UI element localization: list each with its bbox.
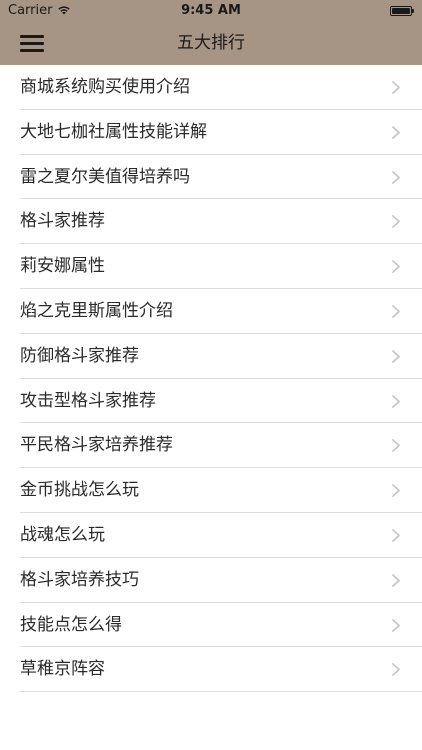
list-item[interactable]: 金币挑战怎么玩 [20, 468, 422, 513]
chevron-right-icon [392, 394, 400, 408]
chevron-right-icon [392, 260, 400, 274]
chevron-right-icon [392, 663, 400, 677]
list-item[interactable]: 大地七枷社属性技能详解 [20, 110, 422, 155]
list-item[interactable]: 莉安娜属性 [20, 244, 422, 289]
list-item[interactable]: 格斗家推荐 [20, 199, 422, 245]
list-item[interactable]: 商城系统购买使用介绍 [20, 65, 422, 110]
chevron-right-icon [392, 125, 400, 139]
list-item-label: 格斗家推荐 [20, 211, 105, 232]
list-item[interactable]: 平民格斗家培养推荐 [20, 423, 422, 469]
page-title: 五大排行 [177, 33, 245, 53]
list-item[interactable]: 防御格斗家推荐 [20, 334, 422, 379]
list-item-label: 格斗家培养技巧 [20, 569, 139, 590]
list-item-label: 草稚京阵容 [20, 659, 105, 680]
list-item[interactable]: 战魂怎么玩 [20, 513, 422, 558]
chevron-right-icon [392, 573, 400, 587]
list-item-label: 焰之克里斯属性介绍 [20, 300, 173, 321]
chevron-right-icon [392, 81, 400, 94]
list-item-label: 商城系统购买使用介绍 [20, 77, 190, 97]
list-item[interactable]: 攻击型格斗家推荐 [20, 379, 422, 424]
battery-icon [390, 6, 414, 16]
list-item-label: 金币挑战怎么玩 [20, 480, 139, 501]
list-item-label: 雷之夏尔美值得培养吗 [20, 166, 190, 187]
article-list: 商城系统购买使用介绍 大地七枷社属性技能详解 雷之夏尔美值得培养吗 格斗家推荐莉安娜属… [0, 65, 422, 698]
list-item-label: 技能点怎么得 [20, 614, 122, 635]
bottom-blank-area [0, 698, 422, 750]
list-item-label: 攻击型格斗家推荐 [20, 390, 156, 411]
chevron-right-icon [392, 215, 400, 229]
list-item-label: 战魂怎么玩 [20, 524, 105, 545]
chevron-right-icon [392, 529, 400, 542]
list-item-label: 平民格斗家培养推荐 [20, 435, 173, 456]
chevron-right-icon [392, 439, 400, 453]
list-item[interactable]: 雷之夏尔美值得培养吗 [20, 155, 422, 200]
chevron-right-icon [392, 618, 400, 632]
chevron-right-icon [392, 170, 400, 184]
list-item[interactable]: 焰之克里斯属性介绍 [20, 289, 422, 334]
status-time: 9:45 AM [181, 3, 241, 18]
list-item[interactable]: 格斗家培养技巧 [20, 558, 422, 603]
list-item-label: 莉安娜属性 [20, 256, 105, 277]
list-item[interactable]: 草稚京阵容 [20, 647, 422, 693]
list-item-label: 大地七枷社属性技能详解 [20, 121, 207, 142]
chevron-right-icon [392, 484, 400, 498]
chevron-right-icon [392, 305, 400, 318]
navigation-bar: 五大排行 [0, 22, 422, 65]
list-item[interactable]: 技能点怎么得 [20, 603, 422, 648]
chevron-right-icon [392, 349, 400, 363]
header: Carrier 9:45 AM 五大排行 [0, 0, 422, 65]
list-item-label: 防御格斗家推荐 [20, 345, 139, 366]
status-bar: Carrier 9:45 AM [0, 0, 422, 22]
